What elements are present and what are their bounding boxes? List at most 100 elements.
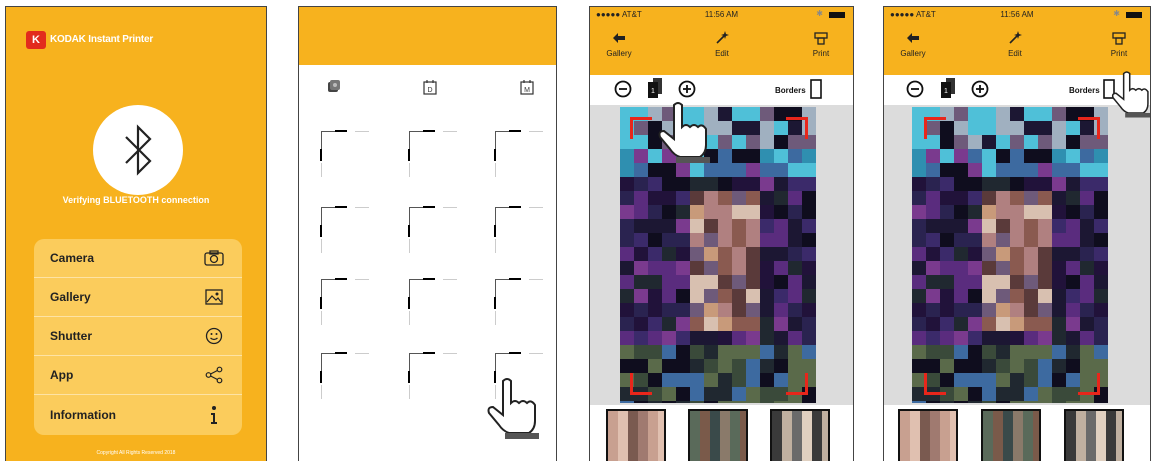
photo-strip: [884, 405, 1150, 461]
back-to-gallery-button[interactable]: Gallery: [888, 29, 938, 58]
menu-label: Camera: [50, 251, 95, 265]
edit-label: Edit: [715, 49, 729, 58]
tap-hand-icon: [485, 377, 543, 444]
info-icon: [204, 405, 224, 425]
crop-corner-top-right: [1078, 117, 1100, 139]
loading-thumbnail[interactable]: [320, 278, 371, 329]
print-label: Print: [812, 49, 830, 58]
gallery-screen: D M: [298, 6, 557, 461]
loading-thumbnail[interactable]: [408, 352, 459, 403]
magic-wand-icon: [697, 29, 747, 47]
bluetooth-icon: [125, 124, 152, 176]
borders-label: Borders: [1069, 86, 1100, 95]
borders-label: Borders: [775, 86, 806, 95]
gallery-label: Gallery: [900, 49, 926, 58]
print-button[interactable]: Print: [796, 29, 846, 58]
menu-item-app[interactable]: App: [34, 356, 242, 395]
calendar-month-icon[interactable]: M: [520, 79, 534, 95]
print-label: Print: [1110, 49, 1128, 58]
crop-corner-bottom-right: [786, 373, 808, 395]
print-controls: 1 Borders: [590, 75, 853, 105]
edit-button[interactable]: Edit: [697, 29, 747, 58]
status-bar: ●●●●● AT&T 11:56 AM ✱: [884, 7, 1150, 23]
copies-stack-icon: 1: [648, 78, 662, 103]
edit-label: Edit: [1008, 49, 1022, 58]
status-bar: ●●●●● AT&T 11:56 AM ✱: [590, 7, 853, 23]
borders-toggle[interactable]: [810, 79, 822, 104]
strip-thumbnail[interactable]: [688, 409, 748, 461]
menu-label: Information: [50, 407, 116, 422]
edit-button[interactable]: Edit: [990, 29, 1040, 58]
calendar-day-label: D: [427, 87, 432, 94]
crop-corner-bottom-right: [1078, 373, 1100, 395]
calendar-day-icon[interactable]: D: [423, 79, 437, 95]
brand-suffix: Instant Printer: [88, 34, 154, 45]
photo-strip: [590, 405, 853, 461]
bluetooth-status-icon: ✱: [1113, 9, 1120, 18]
editor-screen-copies: ●●●●● AT&T 11:56 AM ✱ Gallery Edit Print…: [589, 6, 854, 461]
loading-thumbnail[interactable]: [494, 206, 545, 257]
loading-thumbnail[interactable]: [320, 206, 371, 257]
kodak-logo: K: [26, 31, 46, 49]
loading-thumbnail[interactable]: [494, 130, 545, 181]
decrease-copies-button[interactable]: [614, 80, 632, 103]
magic-wand-icon: [990, 29, 1040, 47]
menu-item-information[interactable]: Information: [34, 395, 242, 434]
copies-stack-icon: 1: [941, 78, 955, 103]
battery-icon: [829, 12, 845, 18]
editor-screen-print: ●●●●● AT&T 11:56 AM ✱ Gallery Edit Print…: [883, 6, 1151, 461]
share-icon: [204, 365, 224, 385]
brand-name: KODAK: [50, 34, 86, 45]
filter-row: D M: [299, 79, 556, 99]
increase-copies-button[interactable]: [678, 80, 696, 103]
crop-corner-top-right: [786, 117, 808, 139]
crop-corner-top-left: [630, 117, 652, 139]
copyright-text: Copyright All Rights Reserved 2018: [96, 450, 176, 456]
main-menu: Camera Gallery Shutter App Information: [34, 239, 242, 435]
clock: 11:56 AM: [1000, 10, 1034, 19]
brand-bar: K KODAK Instant Printer: [6, 7, 266, 71]
decrease-copies-button[interactable]: [906, 80, 924, 103]
image-icon: [204, 287, 224, 307]
strip-thumbnail[interactable]: [1064, 409, 1124, 461]
back-arrow-icon: [594, 29, 644, 47]
tap-hand-icon: [1110, 63, 1150, 130]
crop-corner-bottom-left: [630, 373, 652, 395]
increase-copies-button[interactable]: [971, 80, 989, 103]
strip-thumbnail[interactable]: [981, 409, 1041, 461]
strip-thumbnail[interactable]: [770, 409, 830, 461]
crop-corner-bottom-left: [924, 373, 946, 395]
gallery-header: [299, 7, 556, 65]
camera-icon: [204, 248, 224, 268]
menu-item-camera[interactable]: Camera: [34, 239, 242, 278]
back-to-gallery-button[interactable]: Gallery: [594, 29, 644, 58]
battery-icon: [1126, 12, 1142, 18]
printer-icon: [796, 29, 846, 47]
menu-label: App: [50, 368, 74, 382]
bluetooth-status-icon: ✱: [816, 9, 823, 18]
smiley-icon: [204, 326, 224, 346]
strip-thumbnail[interactable]: [898, 409, 958, 461]
bluetooth-status-circle: [93, 105, 183, 195]
editor-toolbar: Gallery Edit Print: [590, 23, 853, 75]
connection-status: Verifying BLUETOOTH connection: [62, 195, 210, 205]
copies-count: 1: [651, 88, 655, 95]
loading-thumbnail[interactable]: [408, 206, 459, 257]
loading-thumbnail[interactable]: [408, 130, 459, 181]
print-button[interactable]: Print: [1094, 29, 1144, 58]
calendar-month-label: M: [524, 87, 530, 94]
photo-preview[interactable]: [620, 107, 816, 403]
app-title: KODAK Instant Printer: [50, 34, 153, 45]
menu-item-shutter[interactable]: Shutter: [34, 317, 242, 356]
gallery-label: Gallery: [606, 49, 632, 58]
crop-corner-top-left: [924, 117, 946, 139]
menu-item-gallery[interactable]: Gallery: [34, 278, 242, 317]
loading-thumbnail[interactable]: [320, 130, 371, 181]
photo-stack-icon[interactable]: [327, 79, 341, 95]
back-arrow-icon: [888, 29, 938, 47]
loading-thumbnail[interactable]: [408, 278, 459, 329]
loading-thumbnail[interactable]: [494, 278, 545, 329]
loading-thumbnail[interactable]: [320, 352, 371, 403]
photo-preview[interactable]: [912, 107, 1108, 403]
strip-thumbnail[interactable]: [606, 409, 666, 461]
